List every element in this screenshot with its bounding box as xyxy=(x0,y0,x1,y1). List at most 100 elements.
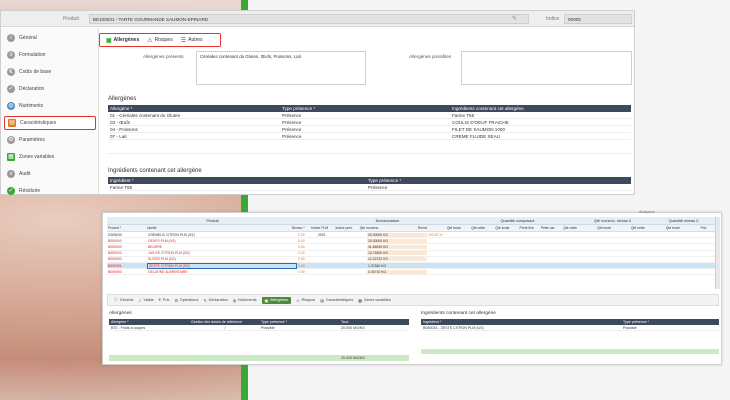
table-row[interactable]: B050090 GELATINE ALIMENTAIRE 0.00 0.40710 K… xyxy=(107,269,719,276)
reduce-icon: ✓ xyxy=(7,187,15,195)
column-header[interactable]: Libellé xyxy=(146,226,291,230)
sidebar-item-general[interactable]: i Général xyxy=(4,31,96,45)
table-cell: FILET DE SAUMON 1000 xyxy=(452,126,506,132)
tab-label: Allergènes xyxy=(270,298,289,302)
zones-icon: ▦ xyxy=(7,153,15,161)
column-header[interactable]: Produit * xyxy=(107,226,146,230)
tab-prix[interactable]: € Prix xyxy=(159,298,170,302)
column-header[interactable]: Qté nomenc. xyxy=(359,226,417,230)
column-header[interactable]: Allergène * xyxy=(109,320,189,324)
tab-valide[interactable]: ✓ Valide xyxy=(138,298,153,303)
sidebar-item-couts[interactable]: € Coûts de base xyxy=(4,65,96,79)
column-header[interactable]: Indice prev. xyxy=(334,226,358,230)
column-header[interactable]: Ingrédients contenant cet allergène xyxy=(442,106,631,111)
table-cell: COULIS D'OEUF FRAICHE xyxy=(452,119,509,125)
vertical-scrollbar[interactable] xyxy=(715,217,720,289)
sidebar-item-parametres[interactable]: ⚙ Paramètres xyxy=(4,133,96,147)
column-header[interactable]: Type présence * xyxy=(280,106,442,111)
edit-icon[interactable]: ✎ xyxy=(512,15,522,23)
column-header[interactable]: Perte var. xyxy=(540,226,562,230)
sidebar-item-formulation[interactable]: ≡ Formulation xyxy=(4,48,96,62)
column-header[interactable]: Qté brute xyxy=(494,226,518,230)
sidebar-item-residuire[interactable]: ✓ Résiduire xyxy=(4,184,96,198)
tab-operations[interactable]: ⚙ Opérations xyxy=(174,298,198,303)
column-header[interactable]: Qté brute xyxy=(665,226,700,230)
table-cell: 0.00 xyxy=(298,263,305,268)
column-header[interactable]: Niveau * xyxy=(291,226,310,230)
column-header[interactable]: Remb. xyxy=(417,226,446,230)
table-cell: 01 - Céréales contenant du Gluten xyxy=(110,112,181,118)
column-header[interactable]: Type présence * xyxy=(259,320,339,324)
tab-general[interactable]: ⓘ Général xyxy=(114,298,133,303)
group-header-row: Produit Nomenclature Quantité composant … xyxy=(107,217,719,225)
column-header[interactable]: Qté nette xyxy=(470,226,494,230)
table-cell: 20.00000 KG xyxy=(367,238,427,243)
table-cell: 20.00000 KG xyxy=(367,232,427,237)
tab-allergenes[interactable]: ▣ Allergènes xyxy=(106,37,139,44)
table-cell: Présence xyxy=(282,133,302,139)
allergenes-presents-field[interactable]: Céréales contenant du Gluten, Œufs, Pois… xyxy=(196,51,366,85)
allergenes-possibles-field[interactable] xyxy=(461,51,632,85)
group-header: Nomenclature xyxy=(375,218,400,223)
sidebar-item-label: Paramètres xyxy=(19,137,45,143)
analyser-tab-bar: ⓘ Général ✓ Valide € Prix ⚙ Opérations ✎ Décl… xyxy=(107,294,719,306)
check-icon: ✓ xyxy=(138,298,142,303)
sidebar-item-caracteristiques[interactable]: ▤ Caractéristiques xyxy=(4,116,96,130)
column-header[interactable]: Gestion des doses de référence xyxy=(189,320,259,324)
check-icon[interactable]: ✓ xyxy=(189,326,259,330)
column-header[interactable]: Perte fixe xyxy=(519,226,540,230)
table-cell: 03 - Œufs xyxy=(110,119,130,125)
table-row[interactable]: 04 - Poissons Présence FILET DE SAUMON 100… xyxy=(108,126,631,133)
table-row-empty xyxy=(108,140,631,154)
table-row[interactable]: 07 - Lait Présence CREME FLUIDE SEAU xyxy=(108,133,631,140)
tab-caracteristiques[interactable]: ▤ Caractéristiques xyxy=(320,298,353,303)
sidebar: i Général ≡ Formulation € Coûts de base ✓ Dé… xyxy=(1,28,99,195)
tab-autres[interactable]: ☰ Autres xyxy=(181,37,203,44)
sidebar-item-nutriments[interactable]: ◍ Nutriments xyxy=(4,99,96,113)
ingredients-total-bar xyxy=(421,349,719,354)
column-header[interactable]: Ingrédient * xyxy=(108,178,366,183)
tab-risques[interactable]: ⚠ Risques xyxy=(147,37,172,44)
sidebar-item-zones[interactable]: ▦ Zones variables xyxy=(4,150,96,164)
table-cell: B050050 xyxy=(108,257,122,262)
column-header[interactable]: Qté brute xyxy=(446,226,470,230)
indice-field[interactable]: 00005 xyxy=(564,14,632,24)
table-cell: D305630 xyxy=(108,232,122,237)
column-header[interactable]: Ingrédient * xyxy=(421,320,621,324)
table-row[interactable]: 03 - Œufs Présence COULIS D'OEUF FRAICHE xyxy=(108,119,631,126)
tab-label: Déclaration xyxy=(208,298,228,302)
info-icon: i xyxy=(7,34,15,42)
table-cell: 07 - Lait xyxy=(110,133,127,139)
column-header[interactable]: Indice PLM xyxy=(310,226,334,230)
table-cell: Présence xyxy=(282,119,302,125)
declaration-icon: ✓ xyxy=(7,85,15,93)
sidebar-item-label: Déclaration xyxy=(19,86,45,92)
sidebar-item-audit[interactable]: ⌕ Audit xyxy=(4,167,96,181)
table-row[interactable]: B70 - Fruits à coques ✓ Possible 20.000 … xyxy=(109,325,409,331)
sidebar-item-declaration[interactable]: ✓ Déclaration xyxy=(4,82,96,96)
product-field[interactable]: BE100031 - TARTE GOURMANDE SAUMON-EPINAR… xyxy=(89,14,529,24)
table-cell: SUCRE PLM (0/2) xyxy=(148,257,176,262)
ingredients-table: Ingrédient * Type présence * Farine T65 P… xyxy=(108,177,631,191)
tab-declaration[interactable]: ✎ Déclaration xyxy=(203,298,227,303)
allergenes-section-title: Allergènes xyxy=(108,96,137,102)
table-row[interactable]: 01 - Céréales contenant du Gluten Présenc… xyxy=(108,112,631,119)
tab-nutriments[interactable]: ◍ Nutriments xyxy=(233,298,257,303)
tab-zones-variables[interactable]: ▦ Zones variables xyxy=(358,298,390,303)
table-row[interactable]: B050033 - ZESTE CITRON PLM (0/2) Possibl… xyxy=(421,325,719,331)
table-row[interactable]: Farine T65 Présence xyxy=(108,184,631,191)
table-cell: B050090 xyxy=(108,269,122,274)
table-cell: Présence xyxy=(368,184,388,190)
warning-icon: ⚠ xyxy=(296,298,300,303)
column-header[interactable]: Qté brute xyxy=(596,226,630,230)
tab-risques[interactable]: ⚠ Risques xyxy=(296,298,315,303)
nutrients-icon: ◍ xyxy=(232,298,237,303)
column-header[interactable]: Allergène * xyxy=(108,106,280,111)
column-header[interactable]: Taux xyxy=(339,320,409,324)
ingredients-section-title: Ingrédients contenant cet allergène xyxy=(108,168,202,174)
column-header[interactable]: Qté nette xyxy=(630,226,665,230)
tab-allergenes-active[interactable]: ▣ Allergènes xyxy=(261,296,292,304)
column-header[interactable]: Qté nette xyxy=(562,226,596,230)
column-header[interactable]: Type présence * xyxy=(366,178,631,183)
column-header[interactable]: Type présence * xyxy=(621,320,719,324)
